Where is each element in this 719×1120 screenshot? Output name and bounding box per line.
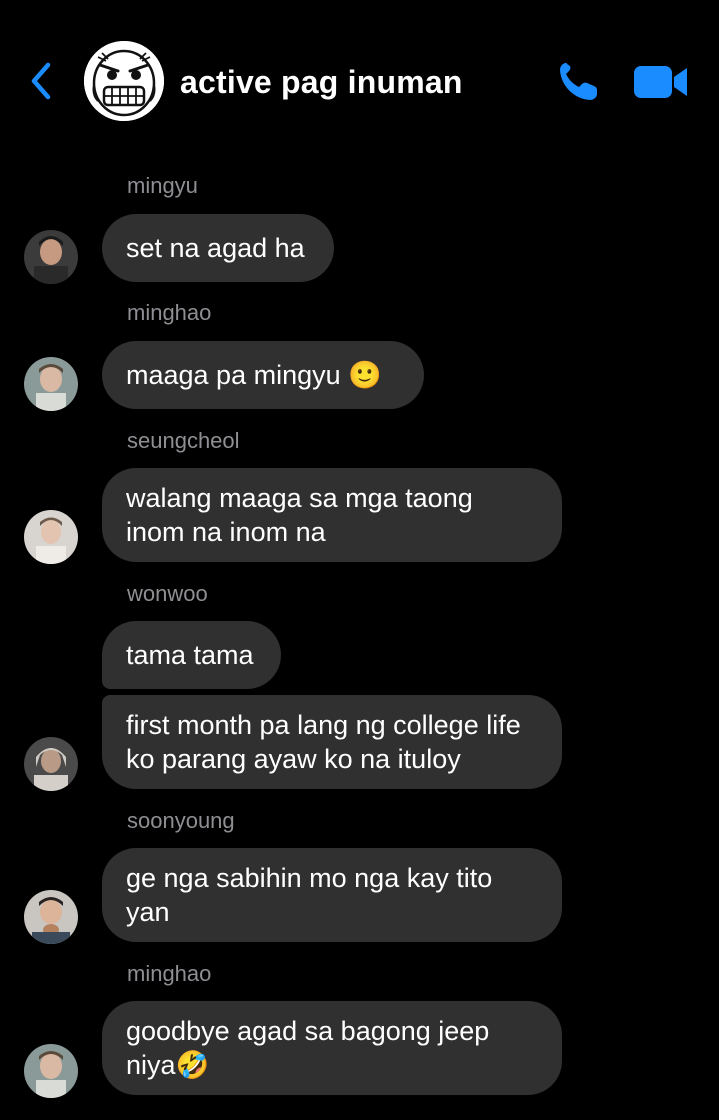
sender-name: minghao [127,961,212,986]
sender-name: seungcheol [127,428,240,453]
avatar-photo [24,510,78,564]
chat-header: active pag inuman [0,0,719,160]
chat-title[interactable]: active pag inuman [180,64,463,101]
sender-name: wonwoo [127,581,208,606]
avatar-photo [24,357,78,411]
avatar[interactable] [24,357,78,411]
avatar-photo [24,1044,78,1098]
video-call-button[interactable] [632,62,690,102]
message-bubble[interactable]: set na agad ha [102,214,334,282]
avatar[interactable] [24,737,78,791]
message-text: goodbye agad sa bagong jeep niya🤣 [126,1016,490,1080]
avatar[interactable] [24,890,78,944]
message-bubble[interactable]: maaga pa mingyu 🙂 [102,341,424,409]
message-text: walang maaga sa mga taong inom na inom n… [126,483,473,547]
message-text: set na agad ha [126,233,305,263]
avatar[interactable] [24,510,78,564]
sender-name: mingyu [127,173,198,198]
avatar-photo [24,737,78,791]
sender-name: soonyoung [127,808,235,833]
avatar-photo [24,230,78,284]
message-text: tama tama [126,640,254,670]
message-bubble[interactable]: walang maaga sa mga taong inom na inom n… [102,468,562,562]
message-bubble[interactable]: goodbye agad sa bagong jeep niya🤣 [102,1001,562,1095]
back-button[interactable] [26,60,60,102]
chevron-left-icon [31,62,51,100]
message-text: ge nga sabihin mo nga kay tito yan [126,863,493,927]
group-avatar[interactable] [84,41,164,121]
message-text: first month pa lang ng college life ko p… [126,710,521,774]
rage-face-icon [84,41,164,121]
message-bubble[interactable]: tama tama [102,621,281,689]
video-camera-icon [634,66,687,98]
message-bubble[interactable]: first month pa lang ng college life ko p… [102,695,562,789]
sender-name: minghao [127,300,212,325]
avatar[interactable] [24,1044,78,1098]
phone-icon [560,63,597,100]
message-bubble[interactable]: ge nga sabihin mo nga kay tito yan [102,848,562,942]
avatar-photo [24,890,78,944]
voice-call-button[interactable] [556,60,604,104]
avatar[interactable] [24,230,78,284]
message-text: maaga pa mingyu 🙂 [126,360,382,390]
